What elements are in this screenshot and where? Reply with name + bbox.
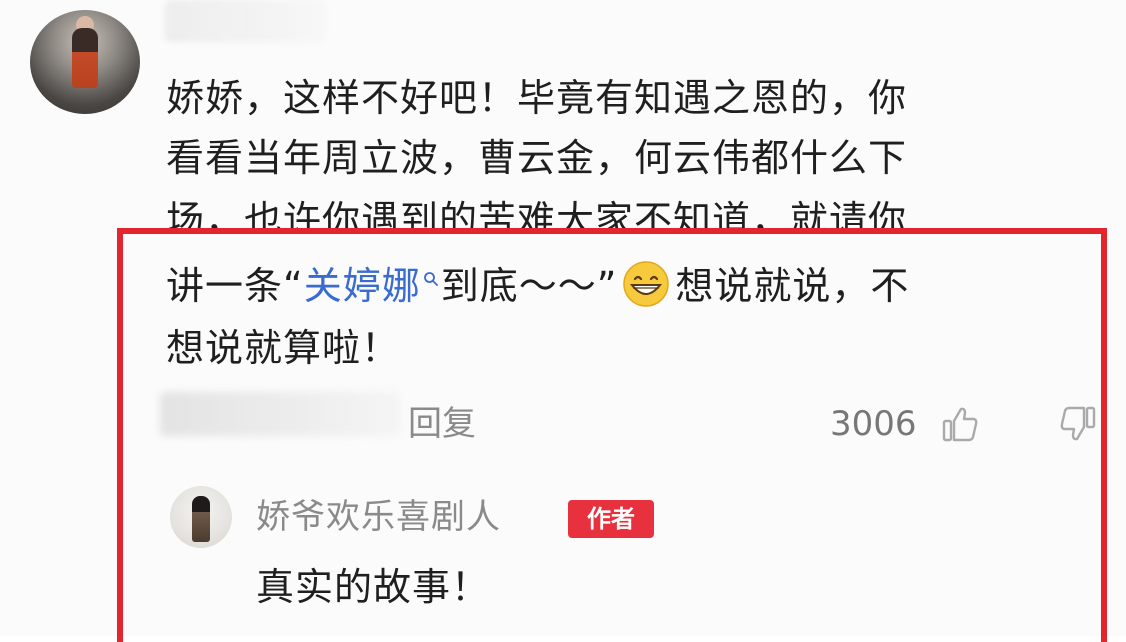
author-badge: 作者 [568, 500, 654, 538]
reply-button[interactable]: 回复 [408, 402, 476, 446]
author-avatar[interactable] [170, 486, 232, 548]
comment-line-1: 娇娇，这样不好吧！毕竟有知遇之恩的，你 [166, 76, 908, 120]
search-icon[interactable] [423, 271, 439, 287]
comment-screenshot: 娇娇，这样不好吧！毕竟有知遇之恩的，你 看看当年周立波，曹云金，何云伟都什么下 … [0, 0, 1126, 642]
comment-line-5: 想说就算啦！ [166, 326, 401, 370]
reply-text: 真实的故事！ [256, 565, 491, 609]
blurred-timestamp [160, 392, 400, 436]
topic-link[interactable]: 关婷娜 [304, 264, 421, 308]
like-count: 3006 [830, 404, 917, 444]
blurred-commenter-name [165, 0, 325, 42]
comment-line-3-partial: 场，也许你遇到的苦难大家不知道，就请你 [166, 198, 908, 228]
reply-username[interactable]: 娇爷欢乐喜剧人 [256, 494, 501, 540]
comment-line-4: 讲一条“关婷娜 到底～～” 想说就说，不 [166, 256, 1096, 316]
comment-line-2: 看看当年周立波，曹云金，何云伟都什么下 [166, 136, 908, 180]
thumbs-up-icon[interactable] [940, 404, 980, 444]
commenter-avatar[interactable] [30, 10, 140, 114]
grinning-emoji-icon [623, 261, 670, 307]
thumbs-down-icon[interactable] [1058, 404, 1098, 444]
comment-body: 娇娇，这样不好吧！毕竟有知遇之恩的，你 看看当年周立波，曹云金，何云伟都什么下 [166, 68, 1086, 188]
